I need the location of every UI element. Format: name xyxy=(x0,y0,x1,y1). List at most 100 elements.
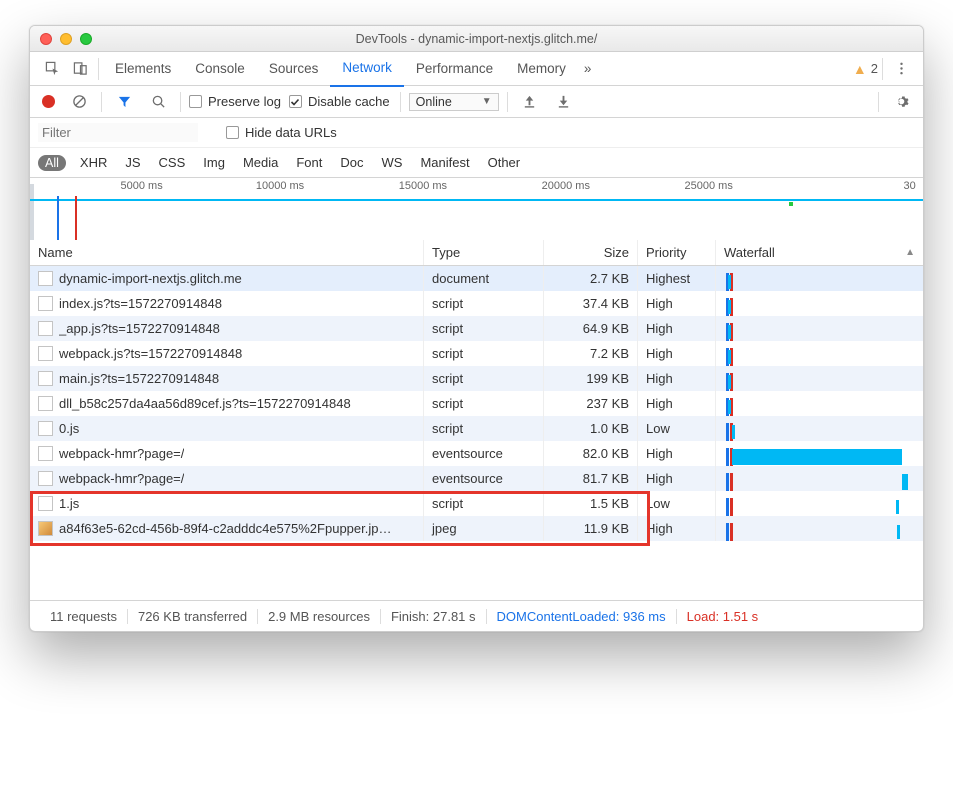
row-size: 82.0 KB xyxy=(544,441,638,466)
table-row[interactable]: main.js?ts=1572270914848script199 KBHigh xyxy=(30,366,923,391)
tab-network[interactable]: Network xyxy=(330,51,404,87)
disable-cache-label: Disable cache xyxy=(308,94,390,109)
devtools-window: DevTools - dynamic-import-nextjs.glitch.… xyxy=(29,25,924,632)
type-font[interactable]: Font xyxy=(292,155,326,170)
table-row[interactable]: 1.jsscript1.5 KBLow xyxy=(30,491,923,516)
timeline-tick: 30 xyxy=(903,180,915,192)
table-row[interactable]: dynamic-import-nextjs.glitch.medocument2… xyxy=(30,266,923,291)
throttling-select[interactable]: Online ▼ xyxy=(409,93,499,111)
filter-icon[interactable] xyxy=(110,88,138,116)
tabs-overflow[interactable]: » xyxy=(578,52,598,86)
type-img[interactable]: Img xyxy=(199,155,229,170)
table-row[interactable]: webpack-hmr?page=/ eventsource81.7 KBHigh xyxy=(30,466,923,491)
row-waterfall xyxy=(716,316,923,341)
file-icon xyxy=(38,371,53,386)
file-icon xyxy=(38,496,53,511)
col-name[interactable]: Name xyxy=(30,240,424,265)
tab-performance[interactable]: Performance xyxy=(404,52,505,86)
file-icon xyxy=(38,396,53,411)
filter-input[interactable] xyxy=(38,123,198,142)
search-icon[interactable] xyxy=(144,88,172,116)
row-waterfall xyxy=(716,291,923,316)
type-manifest[interactable]: Manifest xyxy=(416,155,473,170)
type-js[interactable]: JS xyxy=(121,155,144,170)
row-size: 7.2 KB xyxy=(544,341,638,366)
row-name: a84f63e5-62cd-456b-89f4-c2adddc4e575%2Fp… xyxy=(59,521,391,536)
row-type: script xyxy=(424,366,544,391)
col-priority[interactable]: Priority xyxy=(638,240,716,265)
status-requests: 11 requests xyxy=(40,609,128,624)
row-priority: High xyxy=(638,316,716,341)
col-size[interactable]: Size xyxy=(544,240,638,265)
table-row[interactable]: a84f63e5-62cd-456b-89f4-c2adddc4e575%2Fp… xyxy=(30,516,923,541)
overview-left-handle[interactable] xyxy=(29,184,34,240)
row-priority: High xyxy=(638,516,716,541)
tab-sources[interactable]: Sources xyxy=(257,52,331,86)
table-row[interactable]: _app.js?ts=1572270914848script64.9 KBHig… xyxy=(30,316,923,341)
row-type: script xyxy=(424,291,544,316)
row-priority: High xyxy=(638,466,716,491)
clear-icon[interactable] xyxy=(65,88,93,116)
hide-data-urls-checkbox[interactable] xyxy=(226,126,239,139)
overview-timeline[interactable]: 5000 ms 10000 ms 15000 ms 20000 ms 25000… xyxy=(30,178,923,240)
type-media[interactable]: Media xyxy=(239,155,282,170)
type-css[interactable]: CSS xyxy=(155,155,190,170)
warning-indicator[interactable]: ▲ 2 xyxy=(853,61,878,77)
table-row[interactable]: webpack.js?ts=1572270914848script7.2 KBH… xyxy=(30,341,923,366)
row-waterfall xyxy=(716,366,923,391)
col-type[interactable]: Type xyxy=(424,240,544,265)
disable-cache-checkbox[interactable] xyxy=(289,95,302,108)
table-header: Name Type Size Priority Waterfall ▲ xyxy=(30,240,923,266)
row-size: 199 KB xyxy=(544,366,638,391)
row-name: 1.js xyxy=(59,496,79,511)
type-ws[interactable]: WS xyxy=(378,155,407,170)
row-size: 37.4 KB xyxy=(544,291,638,316)
row-type: eventsource xyxy=(424,441,544,466)
type-doc[interactable]: Doc xyxy=(336,155,367,170)
row-priority: High xyxy=(638,441,716,466)
row-name: dynamic-import-nextjs.glitch.me xyxy=(59,271,242,286)
row-waterfall xyxy=(716,441,923,466)
row-priority: High xyxy=(638,341,716,366)
tab-memory[interactable]: Memory xyxy=(505,52,578,86)
preserve-log-checkbox[interactable] xyxy=(189,95,202,108)
row-waterfall xyxy=(716,416,923,441)
settings-gear-icon[interactable] xyxy=(887,88,915,116)
row-name: webpack.js?ts=1572270914848 xyxy=(59,346,242,361)
row-name: 0.js xyxy=(59,421,79,436)
file-icon xyxy=(38,296,53,311)
table-row[interactable]: 0.jsscript1.0 KBLow xyxy=(30,416,923,441)
row-type: script xyxy=(424,316,544,341)
device-toolbar-icon[interactable] xyxy=(66,55,94,83)
row-size: 81.7 KB xyxy=(544,466,638,491)
row-priority: High xyxy=(638,366,716,391)
type-other[interactable]: Other xyxy=(484,155,525,170)
inspect-element-icon[interactable] xyxy=(38,55,66,83)
row-type: document xyxy=(424,266,544,291)
warning-icon: ▲ xyxy=(853,61,867,77)
upload-har-icon[interactable] xyxy=(516,88,544,116)
col-waterfall[interactable]: Waterfall ▲ xyxy=(716,240,923,265)
record-button[interactable] xyxy=(42,95,55,108)
network-toolbar: Preserve log Disable cache Online ▼ xyxy=(30,86,923,118)
row-priority: Low xyxy=(638,416,716,441)
tab-elements[interactable]: Elements xyxy=(103,52,183,86)
tab-console[interactable]: Console xyxy=(183,52,257,86)
window-titlebar: DevTools - dynamic-import-nextjs.glitch.… xyxy=(30,26,923,52)
type-all[interactable]: All xyxy=(38,155,66,171)
table-row[interactable]: index.js?ts=1572270914848script37.4 KBHi… xyxy=(30,291,923,316)
row-name: webpack-hmr?page=/ xyxy=(59,471,184,486)
row-priority: Highest xyxy=(638,266,716,291)
file-icon xyxy=(38,271,53,286)
row-priority: Low xyxy=(638,491,716,516)
download-har-icon[interactable] xyxy=(550,88,578,116)
row-size: 11.9 KB xyxy=(544,516,638,541)
row-type: eventsource xyxy=(424,466,544,491)
row-waterfall xyxy=(716,341,923,366)
table-row[interactable]: webpack-hmr?page=/eventsource82.0 KBHigh xyxy=(30,441,923,466)
type-xhr[interactable]: XHR xyxy=(76,155,111,170)
status-finish: Finish: 27.81 s xyxy=(381,609,487,624)
table-row[interactable]: dll_b58c257da4aa56d89cef.js?ts=157227091… xyxy=(30,391,923,416)
menu-kebab-icon[interactable] xyxy=(887,55,915,83)
requests-table: Name Type Size Priority Waterfall ▲ dyna… xyxy=(30,240,923,601)
